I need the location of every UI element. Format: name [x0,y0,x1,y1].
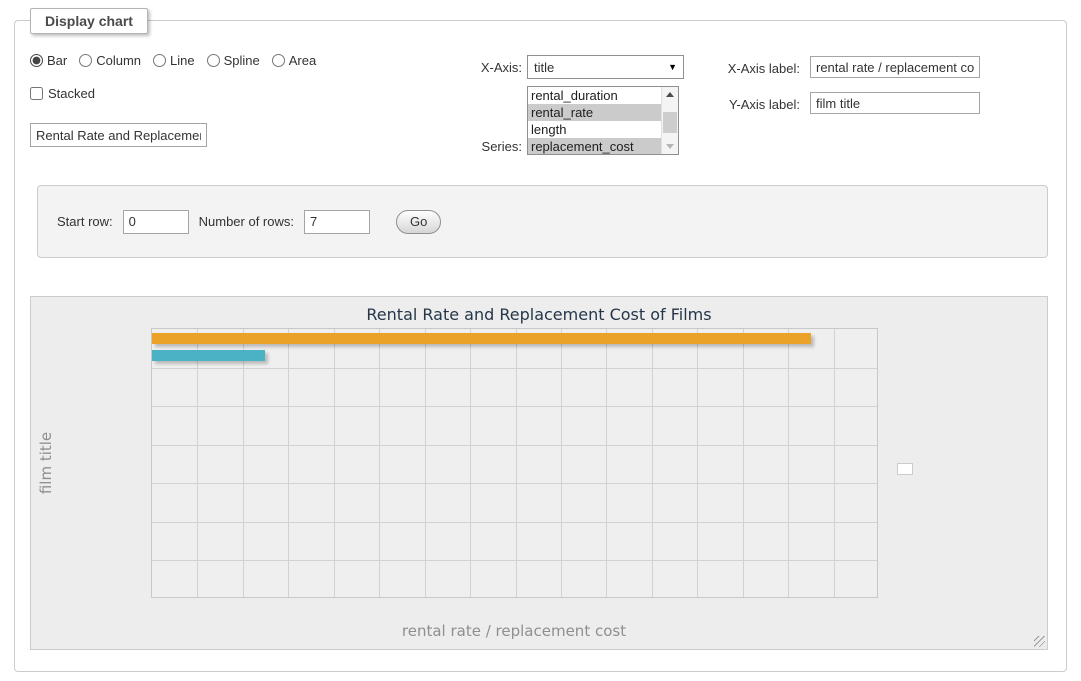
grid-line-vertical [606,329,607,597]
rows-panel: Start row: Number of rows: Go [37,185,1048,258]
x-axis-label-input[interactable] [810,56,980,78]
chart-type-option-bar[interactable]: Bar [30,53,67,68]
chart-type-radio-area[interactable] [272,54,285,67]
grid-line-vertical [243,329,244,597]
grid-line-vertical [379,329,380,597]
y-axis-label-input[interactable] [810,92,980,114]
grid-line-horizontal [152,368,877,369]
chart-type-label: Spline [224,53,260,68]
chart-x-axis-label: rental rate / replacement cost [402,622,626,640]
bar-rental_rate [152,350,265,361]
grid-line-horizontal [152,560,877,561]
series-option-replacement_cost[interactable]: replacement_cost [528,138,661,155]
x-axis-label-label: X-Axis label: [630,61,800,76]
x-axis-selected-value: title [534,60,554,75]
chart-type-radio-group: Bar Column Line Spline Area [30,53,322,68]
stacked-checkbox-row: Stacked [30,86,95,101]
y-axis-label-label: Y-Axis label: [630,97,800,112]
chart-type-label: Area [289,53,316,68]
chart-type-option-column[interactable]: Column [79,53,141,68]
chart-type-radio-spline[interactable] [207,54,220,67]
plot-area [151,328,878,598]
grid-line-vertical [834,329,835,597]
fieldset-legend: Display chart [30,8,148,34]
chart-title-input[interactable] [30,123,207,147]
grid-line-vertical [697,329,698,597]
chart-type-radio-line[interactable] [153,54,166,67]
grid-line-horizontal [152,445,877,446]
grid-line-vertical [652,329,653,597]
start-row-input[interactable] [123,210,189,234]
stacked-checkbox[interactable] [30,87,43,100]
start-row-label: Start row: [57,214,113,229]
chart-type-option-spline[interactable]: Spline [207,53,260,68]
x-axis-select-label: X-Axis: [406,60,522,75]
chart-legend [897,463,913,475]
chart-type-label: Column [96,53,141,68]
number-of-rows-input[interactable] [304,210,370,234]
scrollbar-thumb[interactable] [663,112,677,133]
stacked-label[interactable]: Stacked [48,86,95,101]
chart-y-axis-label: film title [37,432,55,494]
grid-line-vertical [743,329,744,597]
grid-line-vertical [288,329,289,597]
resize-grip-icon[interactable] [1034,636,1045,647]
scroll-down-icon[interactable] [662,139,678,154]
chart-container: Rental Rate and Replacement Cost of Film… [30,296,1048,650]
number-of-rows-label: Number of rows: [199,214,294,229]
series-option-length[interactable]: length [528,121,661,138]
bar-replacement_cost [152,333,811,344]
go-button[interactable]: Go [396,210,441,234]
chart-type-label: Bar [47,53,67,68]
grid-line-vertical [197,329,198,597]
fieldset-content: BarColumnLineSplineArea Stacked X-Axis: … [14,20,1067,672]
grid-line-vertical [334,329,335,597]
grid-line-vertical [470,329,471,597]
chart-type-label: Line [170,53,195,68]
chart-type-option-line[interactable]: Line [153,53,195,68]
chart-type-radio-column[interactable] [79,54,92,67]
grid-line-vertical [561,329,562,597]
chart-type-option-area[interactable]: Area [272,53,316,68]
page: Display chart Bar Column Line Spline Area St… [0,0,1081,681]
grid-line-vertical [425,329,426,597]
grid-line-horizontal [152,483,877,484]
grid-line-vertical [788,329,789,597]
chart-title: Rental Rate and Replacement Cost of Film… [31,305,1047,324]
grid-line-vertical [516,329,517,597]
chart-type-radio-bar[interactable] [30,54,43,67]
series-select-label: Series: [406,139,522,154]
grid-line-horizontal [152,406,877,407]
grid-line-horizontal [152,522,877,523]
